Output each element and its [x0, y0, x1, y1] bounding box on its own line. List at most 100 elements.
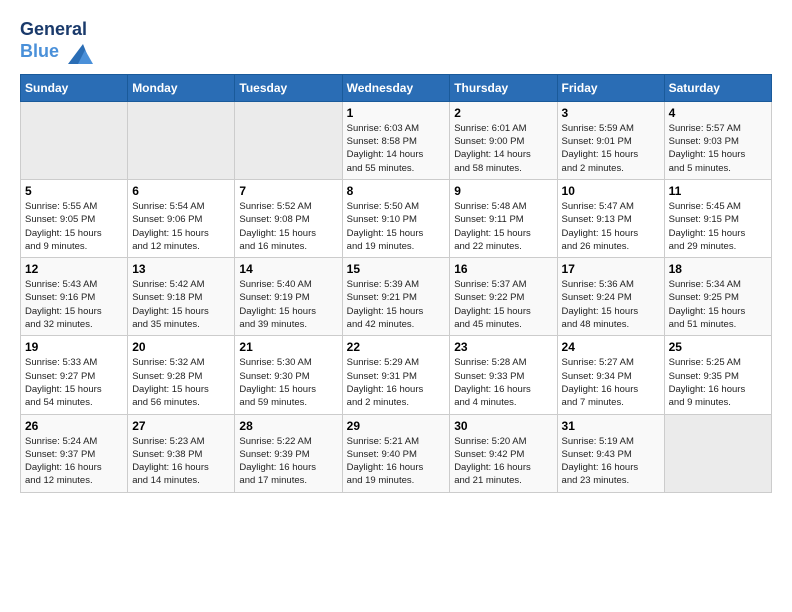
day-number: 25 [669, 340, 767, 354]
calendar-cell: 31 Sunrise: 5:19 AM Sunset: 9:43 PM Dayli… [557, 414, 664, 492]
day-number: 4 [669, 106, 767, 120]
calendar-cell [128, 101, 235, 179]
logo-text: GeneralBlue [20, 20, 93, 64]
day-info: Sunrise: 5:43 AM Sunset: 9:16 PM Dayligh… [25, 278, 123, 331]
day-number: 8 [347, 184, 446, 198]
day-info: Sunrise: 5:57 AM Sunset: 9:03 PM Dayligh… [669, 122, 767, 175]
day-number: 20 [132, 340, 230, 354]
day-number: 15 [347, 262, 446, 276]
day-number: 9 [454, 184, 552, 198]
day-info: Sunrise: 5:32 AM Sunset: 9:28 PM Dayligh… [132, 356, 230, 409]
day-number: 18 [669, 262, 767, 276]
day-number: 30 [454, 419, 552, 433]
calendar-cell: 3Sunrise: 5:59 AM Sunset: 9:01 PM Daylig… [557, 101, 664, 179]
calendar-cell: 14Sunrise: 5:40 AM Sunset: 9:19 PM Dayli… [235, 258, 342, 336]
calendar-cell: 22 Sunrise: 5:29 AM Sunset: 9:31 PM Dayli… [342, 336, 450, 414]
day-info: Sunrise: 5:29 AM Sunset: 9:31 PM Dayligh… [347, 356, 446, 409]
day-number: 5 [25, 184, 123, 198]
day-number: 10 [562, 184, 660, 198]
logo: GeneralBlue [20, 20, 93, 64]
weekday-header: Friday [557, 74, 664, 101]
day-info: Sunrise: 5:37 AM Sunset: 9:22 PM Dayligh… [454, 278, 552, 331]
calendar-cell [21, 101, 128, 179]
day-info: Sunrise: 5:50 AM Sunset: 9:10 PM Dayligh… [347, 200, 446, 253]
calendar-cell: 26 Sunrise: 5:24 AM Sunset: 9:37 PM Dayli… [21, 414, 128, 492]
day-info: Sunrise: 6:01 AM Sunset: 9:00 PM Dayligh… [454, 122, 552, 175]
weekday-header: Tuesday [235, 74, 342, 101]
calendar-cell: 24 Sunrise: 5:27 AM Sunset: 9:34 PM Dayli… [557, 336, 664, 414]
day-info: Sunrise: 5:55 AM Sunset: 9:05 PM Dayligh… [25, 200, 123, 253]
calendar-cell: 21Sunrise: 5:30 AM Sunset: 9:30 PM Dayli… [235, 336, 342, 414]
calendar-week-row: 5 Sunrise: 5:55 AM Sunset: 9:05 PM Daylig… [21, 179, 772, 257]
day-info: Sunrise: 5:28 AM Sunset: 9:33 PM Dayligh… [454, 356, 552, 409]
day-info: Sunrise: 6:03 AM Sunset: 8:58 PM Dayligh… [347, 122, 446, 175]
day-number: 6 [132, 184, 230, 198]
day-number: 7 [239, 184, 337, 198]
calendar-cell: 13Sunrise: 5:42 AM Sunset: 9:18 PM Dayli… [128, 258, 235, 336]
day-info: Sunrise: 5:27 AM Sunset: 9:34 PM Dayligh… [562, 356, 660, 409]
day-info: Sunrise: 5:39 AM Sunset: 9:21 PM Dayligh… [347, 278, 446, 331]
calendar-week-row: 26 Sunrise: 5:24 AM Sunset: 9:37 PM Dayli… [21, 414, 772, 492]
calendar-cell: 8 Sunrise: 5:50 AM Sunset: 9:10 PM Daylig… [342, 179, 450, 257]
day-info: Sunrise: 5:54 AM Sunset: 9:06 PM Dayligh… [132, 200, 230, 253]
calendar-cell: 25 Sunrise: 5:25 AM Sunset: 9:35 PM Dayli… [664, 336, 771, 414]
calendar-cell: 6 Sunrise: 5:54 AM Sunset: 9:06 PM Daylig… [128, 179, 235, 257]
calendar-week-row: 1 Sunrise: 6:03 AM Sunset: 8:58 PM Daylig… [21, 101, 772, 179]
calendar-week-row: 19Sunrise: 5:33 AM Sunset: 9:27 PM Dayli… [21, 336, 772, 414]
day-info: Sunrise: 5:19 AM Sunset: 9:43 PM Dayligh… [562, 435, 660, 488]
day-number: 22 [347, 340, 446, 354]
day-number: 21 [239, 340, 337, 354]
calendar-cell [235, 101, 342, 179]
day-number: 31 [562, 419, 660, 433]
day-info: Sunrise: 5:47 AM Sunset: 9:13 PM Dayligh… [562, 200, 660, 253]
calendar-cell: 30Sunrise: 5:20 AM Sunset: 9:42 PM Dayli… [450, 414, 557, 492]
page-header: GeneralBlue [20, 20, 772, 64]
weekday-header: Wednesday [342, 74, 450, 101]
day-info: Sunrise: 5:22 AM Sunset: 9:39 PM Dayligh… [239, 435, 337, 488]
calendar-cell: 29 Sunrise: 5:21 AM Sunset: 9:40 PM Dayli… [342, 414, 450, 492]
day-number: 2 [454, 106, 552, 120]
calendar-cell: 16Sunrise: 5:37 AM Sunset: 9:22 PM Dayli… [450, 258, 557, 336]
day-info: Sunrise: 5:33 AM Sunset: 9:27 PM Dayligh… [25, 356, 123, 409]
calendar-cell: 28Sunrise: 5:22 AM Sunset: 9:39 PM Dayli… [235, 414, 342, 492]
day-number: 3 [562, 106, 660, 120]
day-info: Sunrise: 5:48 AM Sunset: 9:11 PM Dayligh… [454, 200, 552, 253]
day-number: 24 [562, 340, 660, 354]
day-info: Sunrise: 5:25 AM Sunset: 9:35 PM Dayligh… [669, 356, 767, 409]
calendar-cell: 4 Sunrise: 5:57 AM Sunset: 9:03 PM Daylig… [664, 101, 771, 179]
day-info: Sunrise: 5:34 AM Sunset: 9:25 PM Dayligh… [669, 278, 767, 331]
day-number: 26 [25, 419, 123, 433]
calendar-week-row: 12 Sunrise: 5:43 AM Sunset: 9:16 PM Dayli… [21, 258, 772, 336]
day-info: Sunrise: 5:24 AM Sunset: 9:37 PM Dayligh… [25, 435, 123, 488]
day-info: Sunrise: 5:21 AM Sunset: 9:40 PM Dayligh… [347, 435, 446, 488]
day-info: Sunrise: 5:52 AM Sunset: 9:08 PM Dayligh… [239, 200, 337, 253]
weekday-header: Sunday [21, 74, 128, 101]
calendar-cell: 7 Sunrise: 5:52 AM Sunset: 9:08 PM Daylig… [235, 179, 342, 257]
day-info: Sunrise: 5:23 AM Sunset: 9:38 PM Dayligh… [132, 435, 230, 488]
weekday-header: Thursday [450, 74, 557, 101]
day-number: 14 [239, 262, 337, 276]
day-number: 17 [562, 262, 660, 276]
weekday-header: Saturday [664, 74, 771, 101]
calendar-cell: 5 Sunrise: 5:55 AM Sunset: 9:05 PM Daylig… [21, 179, 128, 257]
calendar-cell: 23 Sunrise: 5:28 AM Sunset: 9:33 PM Dayli… [450, 336, 557, 414]
weekday-header: Monday [128, 74, 235, 101]
calendar-cell: 12 Sunrise: 5:43 AM Sunset: 9:16 PM Dayli… [21, 258, 128, 336]
calendar-body: 1 Sunrise: 6:03 AM Sunset: 8:58 PM Daylig… [21, 101, 772, 492]
calendar-cell: 27Sunrise: 5:23 AM Sunset: 9:38 PM Dayli… [128, 414, 235, 492]
day-number: 23 [454, 340, 552, 354]
calendar-table: SundayMondayTuesdayWednesdayThursdayFrid… [20, 74, 772, 493]
day-number: 12 [25, 262, 123, 276]
calendar-cell: 18 Sunrise: 5:34 AM Sunset: 9:25 PM Dayli… [664, 258, 771, 336]
weekday-header-row: SundayMondayTuesdayWednesdayThursdayFrid… [21, 74, 772, 101]
calendar-cell: 17 Sunrise: 5:36 AM Sunset: 9:24 PM Dayli… [557, 258, 664, 336]
day-number: 29 [347, 419, 446, 433]
day-info: Sunrise: 5:45 AM Sunset: 9:15 PM Dayligh… [669, 200, 767, 253]
day-number: 1 [347, 106, 446, 120]
calendar-cell: 15 Sunrise: 5:39 AM Sunset: 9:21 PM Dayli… [342, 258, 450, 336]
calendar-cell: 9 Sunrise: 5:48 AM Sunset: 9:11 PM Daylig… [450, 179, 557, 257]
calendar-cell: 20 Sunrise: 5:32 AM Sunset: 9:28 PM Dayli… [128, 336, 235, 414]
day-info: Sunrise: 5:42 AM Sunset: 9:18 PM Dayligh… [132, 278, 230, 331]
calendar-cell: 1 Sunrise: 6:03 AM Sunset: 8:58 PM Daylig… [342, 101, 450, 179]
day-info: Sunrise: 5:36 AM Sunset: 9:24 PM Dayligh… [562, 278, 660, 331]
